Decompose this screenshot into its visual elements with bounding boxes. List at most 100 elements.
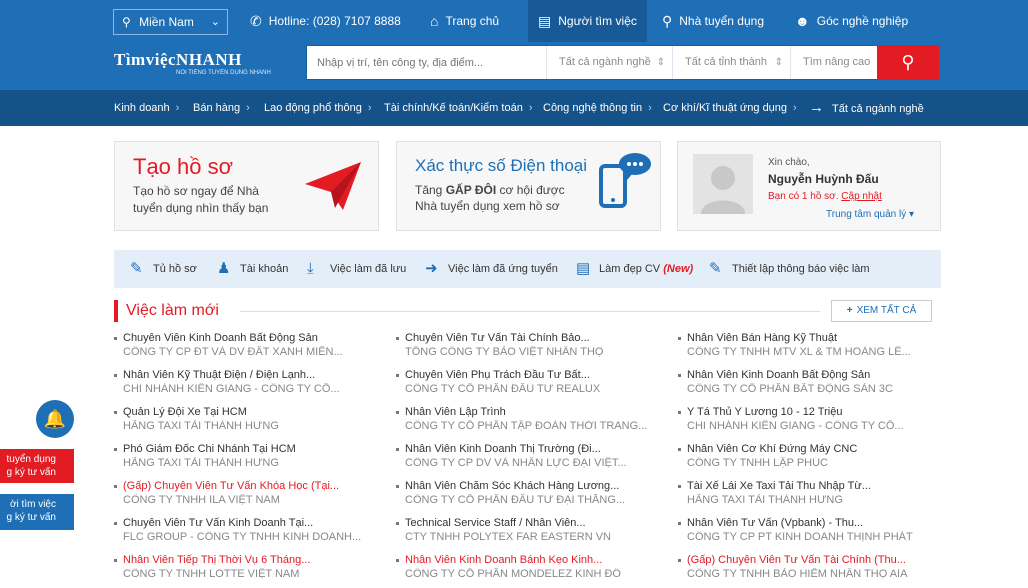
job-company[interactable]: CÔNG TY CỔ PHẦN MONDELEZ KINH ĐÔ xyxy=(396,568,666,580)
job-item[interactable]: Nhân Viên Tư Vấn (Vpbank) - Thu... CÔNG T… xyxy=(678,517,948,551)
shortcut-resume-folder[interactable]: ✎ Tủ hồ sơ xyxy=(130,250,197,288)
job-company[interactable]: CÔNG TY CỔ PHẦN TẬP ĐOÀN THỜI TRANG... xyxy=(396,420,666,432)
create-profile-card[interactable]: Tạo hồ sơ Tạo hồ sơ ngay để Nhà tuyển dụn… xyxy=(114,141,379,231)
nav-home[interactable]: ⌂ Trang chủ xyxy=(430,0,499,42)
job-item[interactable]: Phó Giám Đốc Chi Nhánh Tại HCM HÃNG TAXI … xyxy=(114,443,384,477)
nav-employer[interactable]: ⚲ Nhà tuyển dụng xyxy=(662,0,764,42)
card-title: Tạo hồ sơ xyxy=(133,154,234,179)
job-company[interactable]: HÃNG TAXI TẢI THÀNH HƯNG xyxy=(678,494,948,506)
job-title[interactable]: Chuyên Viên Tư Vấn Kinh Doanh Tại... xyxy=(114,517,384,529)
job-item[interactable]: Nhân Viên Lập Trình CÔNG TY CỔ PHẦN TẬP Đ… xyxy=(396,406,666,440)
seeker-consult-button[interactable]: ời tìm việc g ký tư vấn xyxy=(0,494,74,530)
job-company[interactable]: CÔNG TY CỔ PHẦN ĐẦU TƯ REALUX xyxy=(396,383,666,395)
job-title[interactable]: Phó Giám Đốc Chi Nhánh Tại HCM xyxy=(114,443,384,455)
job-company[interactable]: HÃNG TAXI TẢI THÀNH HƯNG xyxy=(114,457,384,469)
job-company[interactable]: CHI NHÁNH KIÊN GIANG - CÔNG TY CỔ... xyxy=(114,383,384,395)
job-title[interactable]: Technical Service Staff / Nhân Viên... xyxy=(396,517,666,529)
industry-select[interactable]: Tất cả ngành nghề ⇕ xyxy=(546,46,672,79)
category-link-all[interactable]: → Tất cả ngành nghề xyxy=(809,90,924,127)
shortcut-applied-jobs[interactable]: ➜ Việc làm đã ứng tuyển xyxy=(425,250,558,288)
advanced-search-link[interactable]: Tìm nâng cao xyxy=(790,46,878,79)
location-select[interactable]: ⚲ Miền Nam ⌄ xyxy=(113,9,228,35)
job-company[interactable]: CÔNG TY CP PT KINH DOANH THỊNH PHÁT xyxy=(678,531,948,543)
job-item[interactable]: Chuyên Viên Phụ Trách Đầu Tư Bất... CÔNG … xyxy=(396,369,666,403)
job-company[interactable]: CÔNG TY CỔ PHẦN ĐẦU TƯ ĐẠI THẮNG... xyxy=(396,494,666,506)
job-title[interactable]: Chuyên Viên Kinh Doanh Bất Động Sản xyxy=(114,332,384,344)
job-title[interactable]: Nhân Viên Lập Trình xyxy=(396,406,666,418)
job-title[interactable]: Chuyên Viên Phụ Trách Đầu Tư Bất... xyxy=(396,369,666,381)
category-link[interactable]: Cơ khí/Kĩ thuật ứng dụng › xyxy=(663,90,797,126)
notification-bell-button[interactable]: 🔔 xyxy=(36,400,74,438)
job-title[interactable]: Nhân Viên Kinh Doanh Bất Động Sản xyxy=(678,369,948,381)
side-button-line: g ký tư vấn xyxy=(6,467,57,478)
job-company[interactable]: CTY TNHH POLYTEX FAR EASTERN VN xyxy=(396,531,666,543)
job-item[interactable]: Nhân Viên Kinh Doanh Bánh Kẹo Kinh... CÔN… xyxy=(396,554,666,588)
job-item[interactable]: Quản Lý Đội Xe Tại HCM HÃNG TAXI TẢI THÀN… xyxy=(114,406,384,440)
nav-job-seeker[interactable]: ▤ Người tìm việc xyxy=(528,0,647,42)
job-item[interactable]: Tài Xế Lái Xe Taxi Tải Thu Nhập Từ... HÃN… xyxy=(678,480,948,514)
job-item[interactable]: Nhân Viên Kinh Doanh Bất Động Sản CÔNG TY… xyxy=(678,369,948,403)
employer-consult-button[interactable]: tuyển dụng g ký tư vấn xyxy=(0,449,74,483)
category-link[interactable]: Tài chính/Kế toán/Kiểm toán › xyxy=(384,90,532,126)
job-item[interactable]: Nhân Viên Kỹ Thuật Điện / Điện Lạnh... CH… xyxy=(114,369,384,403)
category-link[interactable]: Lao động phổ thông › xyxy=(264,90,372,126)
job-company[interactable]: CÔNG TY TNHH BẢO HIỂM NHÂN THỌ AIA xyxy=(678,568,948,580)
job-title[interactable]: Nhân Viên Kinh Doanh Thị Trường (Đi... xyxy=(396,443,666,455)
job-title[interactable]: Nhân Viên Bán Hàng Kỹ Thuật xyxy=(678,332,948,344)
category-link[interactable]: Kinh doanh › xyxy=(114,90,179,126)
job-title[interactable]: Nhân Viên Tư Vấn (Vpbank) - Thu... xyxy=(678,517,948,529)
job-item[interactable]: (Gấp) Chuyên Viên Tư Vấn Khóa Học (Tại..… xyxy=(114,480,384,514)
job-company[interactable]: TỔNG CÔNG TY BẢO VIỆT NHÂN THỌ xyxy=(396,346,666,358)
avatar[interactable] xyxy=(693,154,753,214)
job-item[interactable]: Nhân Viên Chăm Sóc Khách Hàng Lương... CÔ… xyxy=(396,480,666,514)
job-title-highlight[interactable]: Nhân Viên Tiếp Thị Thời Vụ 6 Tháng... xyxy=(114,554,384,566)
management-center-link[interactable]: Trung tâm quản lý ▾ xyxy=(826,209,914,220)
job-title-highlight[interactable]: Nhân Viên Kinh Doanh Bánh Kẹo Kinh... xyxy=(396,554,666,566)
update-link[interactable]: Cập nhật xyxy=(841,191,882,202)
province-select[interactable]: Tất cả tỉnh thành ⇕ xyxy=(672,46,790,79)
job-item[interactable]: Nhân Viên Tiếp Thị Thời Vụ 6 Tháng... CÔN… xyxy=(114,554,384,588)
job-title[interactable]: Y Tá Thủ Y Lương 10 - 12 Triệu xyxy=(678,406,948,418)
job-title[interactable]: Nhân Viên Cơ Khí Đứng Máy CNC xyxy=(678,443,948,455)
logo[interactable]: TìmviệcNHANH NỐI TIẾNG TUYỂN DỤNG NHANH xyxy=(114,50,289,84)
job-title[interactable]: Nhân Viên Chăm Sóc Khách Hàng Lương... xyxy=(396,480,666,492)
job-company[interactable]: CÔNG TY TNHH ILA VIỆT NAM xyxy=(114,494,384,506)
shortcut-beautify-cv[interactable]: ▤ Làm đẹp CV (New) xyxy=(576,250,693,288)
job-item[interactable]: Chuyên Viên Tư Vấn Kinh Doanh Tại... FLC … xyxy=(114,517,384,551)
job-company[interactable]: CÔNG TY CỔ PHẦN BẤT ĐỘNG SẢN 3C xyxy=(678,383,948,395)
search-input[interactable] xyxy=(307,46,545,79)
job-item[interactable]: Y Tá Thủ Y Lương 10 - 12 Triệu CHI NHÁNH … xyxy=(678,406,948,440)
job-company[interactable]: CÔNG TY TNHH MTV XL & TM HOÀNG LÊ... xyxy=(678,346,948,358)
job-item[interactable]: Nhân Viên Bán Hàng Kỹ Thuật CÔNG TY TNHH … xyxy=(678,332,948,366)
job-title[interactable]: Tài Xế Lái Xe Taxi Tải Thu Nhập Từ... xyxy=(678,480,948,492)
job-item[interactable]: Nhân Viên Cơ Khí Đứng Máy CNC CÔNG TY TNH… xyxy=(678,443,948,477)
job-item[interactable]: (Gấp) Chuyên Viên Tư Vấn Tài Chính (Thu.… xyxy=(678,554,948,588)
verify-phone-card[interactable]: Xác thực số Điện thoại Tăng GẤP ĐÔI cơ h… xyxy=(396,141,661,231)
job-title[interactable]: Chuyên Viên Tư Vấn Tài Chính Bảo... xyxy=(396,332,666,344)
job-company[interactable]: FLC GROUP - CÔNG TY TNHH KINH DOANH... xyxy=(114,531,384,543)
job-item[interactable]: Technical Service Staff / Nhân Viên... CT… xyxy=(396,517,666,551)
job-title-urgent[interactable]: (Gấp) Chuyên Viên Tư Vấn Khóa Học (Tại..… xyxy=(114,480,384,492)
category-link[interactable]: Bán hàng › xyxy=(193,90,250,126)
job-title-urgent[interactable]: (Gấp) Chuyên Viên Tư Vấn Tài Chính (Thu.… xyxy=(678,554,948,566)
shortcut-account[interactable]: ♟ Tài khoản xyxy=(217,250,288,288)
chevron-down-icon: ⌄ xyxy=(210,16,220,28)
job-title[interactable]: Quản Lý Đội Xe Tại HCM xyxy=(114,406,384,418)
edit-icon: ✎ xyxy=(709,260,722,278)
job-company[interactable]: HÃNG TAXI TẢI THÀNH HƯNG xyxy=(114,420,384,432)
job-company[interactable]: CÔNG TY CP ĐT VÀ DV ĐẤT XANH MIỀN... xyxy=(114,346,384,358)
job-company[interactable]: CÔNG TY TNHH LOTTE VIỆT NAM xyxy=(114,568,384,580)
search-button[interactable]: ⚲ xyxy=(877,45,939,80)
view-all-button[interactable]: + XEM TẤT CẢ xyxy=(831,300,932,322)
job-company[interactable]: CHI NHÁNH KIÊN GIANG - CÔNG TY CỔ... xyxy=(678,420,948,432)
nav-career-corner[interactable]: ☻ Góc nghề nghiệp xyxy=(795,0,908,42)
job-company[interactable]: CÔNG TY CP DV VÀ NHÂN LỰC ĐẠI VIỆT... xyxy=(396,457,666,469)
job-item[interactable]: Nhân Viên Kinh Doanh Thị Trường (Đi... CÔ… xyxy=(396,443,666,477)
shortcut-saved-jobs[interactable]: ⤓ Việc làm đã lưu xyxy=(307,250,406,288)
job-company[interactable]: CÔNG TY TNHH LẬP PHÚC xyxy=(678,457,948,469)
category-link[interactable]: Công nghệ thông tin › xyxy=(543,90,652,126)
job-item[interactable]: Chuyên Viên Tư Vấn Tài Chính Bảo... TỔNG … xyxy=(396,332,666,366)
job-title[interactable]: Nhân Viên Kỹ Thuật Điện / Điện Lạnh... xyxy=(114,369,384,381)
job-item[interactable]: Chuyên Viên Kinh Doanh Bất Động Sản CÔNG … xyxy=(114,332,384,366)
shortcut-job-alert[interactable]: ✎ Thiết lập thông báo việc làm xyxy=(709,250,870,288)
